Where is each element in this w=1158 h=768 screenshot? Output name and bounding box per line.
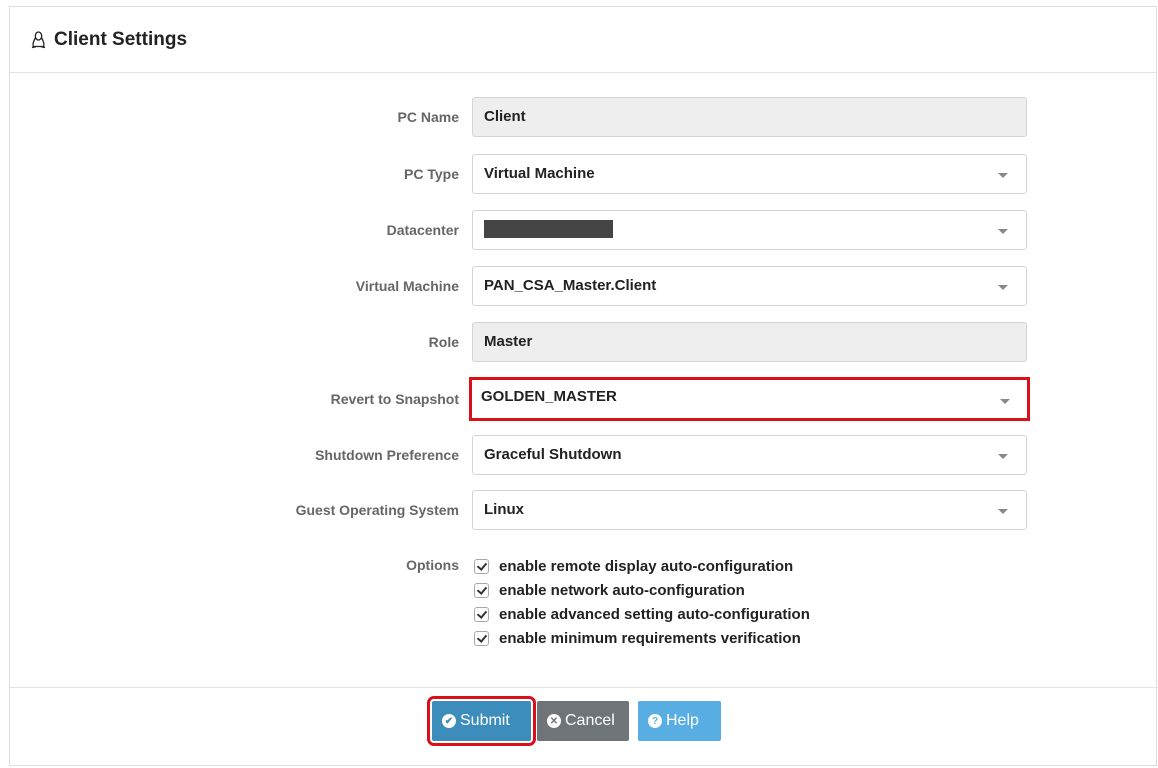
pc-type-row: PC Type Virtual Machine: [10, 154, 1158, 194]
virtual-machine-select[interactable]: PAN_CSA_Master.Client: [472, 266, 1027, 306]
shutdown-label: Shutdown Preference: [315, 447, 459, 463]
checkbox[interactable]: [474, 606, 489, 622]
datacenter-row: Datacenter: [10, 210, 1158, 250]
submit-button[interactable]: ✔ Submit: [427, 696, 536, 746]
pc-type-label: PC Type: [404, 166, 459, 182]
pc-type-value: Virtual Machine: [484, 165, 595, 182]
pc-name-field: Client: [472, 97, 1027, 137]
option-network[interactable]: enable network auto-configuration: [474, 580, 745, 600]
submit-label: Submit: [460, 712, 510, 729]
chevron-down-icon: [998, 285, 1008, 290]
checkbox[interactable]: [474, 558, 489, 574]
options-group: Options enable remote display auto-confi…: [10, 554, 1158, 654]
role-row: Role Master: [10, 322, 1158, 362]
chevron-down-icon: [1000, 399, 1010, 404]
role-value: Master: [484, 333, 533, 350]
virtual-machine-value: PAN_CSA_Master.Client: [484, 277, 657, 294]
chevron-down-icon: [998, 173, 1008, 178]
checkbox[interactable]: [474, 630, 489, 646]
option-label: enable advanced setting auto-configurati…: [499, 605, 810, 623]
revert-snapshot-row: Revert to Snapshot GOLDEN_MASTER: [10, 377, 1158, 421]
role-field: Master: [472, 322, 1027, 362]
option-min-requirements[interactable]: enable minimum requirements verification: [474, 628, 801, 648]
datacenter-select[interactable]: [472, 210, 1027, 250]
chevron-down-icon: [998, 454, 1008, 459]
virtual-machine-label: Virtual Machine: [355, 278, 459, 294]
chevron-down-icon: [998, 229, 1008, 234]
option-label: enable minimum requirements verification: [499, 629, 801, 647]
cancel-button[interactable]: ✕ Cancel: [537, 701, 629, 741]
pc-name-value: Client: [484, 108, 526, 125]
revert-snapshot-value: GOLDEN_MASTER: [481, 388, 617, 405]
panel-header: Client Settings: [10, 7, 1156, 73]
close-circle-icon: ✕: [547, 714, 561, 728]
pc-name-row: PC Name Client: [10, 97, 1158, 137]
chevron-down-icon: [998, 509, 1008, 514]
options-label: Options: [406, 557, 459, 573]
datacenter-label: Datacenter: [386, 222, 459, 238]
guest-os-value: Linux: [484, 501, 524, 518]
pc-name-label: PC Name: [397, 109, 459, 125]
linux-penguin-icon: [31, 30, 46, 49]
question-circle-icon: ?: [648, 714, 662, 728]
shutdown-row: Shutdown Preference Graceful Shutdown: [10, 435, 1158, 475]
revert-snapshot-select[interactable]: GOLDEN_MASTER: [469, 377, 1030, 421]
revert-snapshot-label: Revert to Snapshot: [330, 391, 459, 407]
check-circle-icon: ✔: [442, 714, 456, 728]
cancel-label: Cancel: [565, 712, 615, 729]
checkbox[interactable]: [474, 582, 489, 598]
guest-os-select[interactable]: Linux: [472, 490, 1027, 530]
guest-os-label: Guest Operating System: [295, 502, 459, 518]
form-footer: ✔ Submit ✕ Cancel ? Help: [10, 687, 1158, 768]
help-button[interactable]: ? Help: [638, 701, 721, 741]
pc-type-select[interactable]: Virtual Machine: [472, 154, 1027, 194]
option-label: enable network auto-configuration: [499, 581, 745, 599]
shutdown-select[interactable]: Graceful Shutdown: [472, 435, 1027, 475]
option-advanced-setting[interactable]: enable advanced setting auto-configurati…: [474, 604, 810, 624]
virtual-machine-row: Virtual Machine PAN_CSA_Master.Client: [10, 266, 1158, 306]
client-settings-panel: Client Settings PC Name Client PC Type V…: [9, 6, 1158, 768]
option-remote-display[interactable]: enable remote display auto-configuration: [474, 556, 793, 576]
panel-title: Client Settings: [54, 28, 188, 50]
help-label: Help: [666, 712, 699, 729]
shutdown-value: Graceful Shutdown: [484, 446, 622, 463]
guest-os-row: Guest Operating System Linux: [10, 490, 1158, 530]
role-label: Role: [428, 334, 459, 350]
redacted-value: [484, 219, 613, 238]
option-label: enable remote display auto-configuration: [499, 557, 794, 575]
